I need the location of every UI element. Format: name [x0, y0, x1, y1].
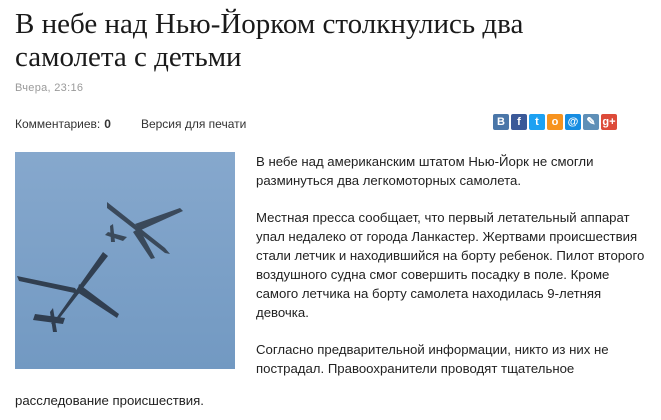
livejournal-icon[interactable]: ✎ [583, 114, 599, 130]
print-version-link[interactable]: Версия для печати [141, 117, 246, 131]
vk-icon[interactable]: В [493, 114, 509, 130]
article-photo [15, 152, 235, 369]
comments-label: Комментариев: [15, 117, 101, 131]
mailru-icon[interactable]: @ [565, 114, 581, 130]
comments-count[interactable]: 0 [104, 117, 111, 131]
article-timestamp: Вчера, 23:16 [15, 82, 84, 94]
article-title: В небе над Нью-Йорком столкнулись два са… [15, 8, 524, 73]
article-meta: Комментариев: 0 Версия для печати [15, 117, 246, 131]
share-buttons: В f t о @ ✎ g+ [493, 114, 617, 130]
article-paragraph-3-end: расследование происшествия. [15, 393, 204, 408]
article-body: В небе над американским штатом Нью-Йорк … [256, 152, 646, 396]
sky-background [15, 152, 235, 369]
google-plus-icon[interactable]: g+ [601, 114, 617, 130]
article-paragraph-1: В небе над американским штатом Нью-Йорк … [256, 154, 594, 188]
article-paragraph-3: Согласно предварительной информации, ник… [256, 342, 609, 376]
article-paragraph-2: Местная пресса сообщает, что первый лета… [256, 210, 645, 320]
facebook-icon[interactable]: f [511, 114, 527, 130]
odnoklassniki-icon[interactable]: о [547, 114, 563, 130]
twitter-icon[interactable]: t [529, 114, 545, 130]
